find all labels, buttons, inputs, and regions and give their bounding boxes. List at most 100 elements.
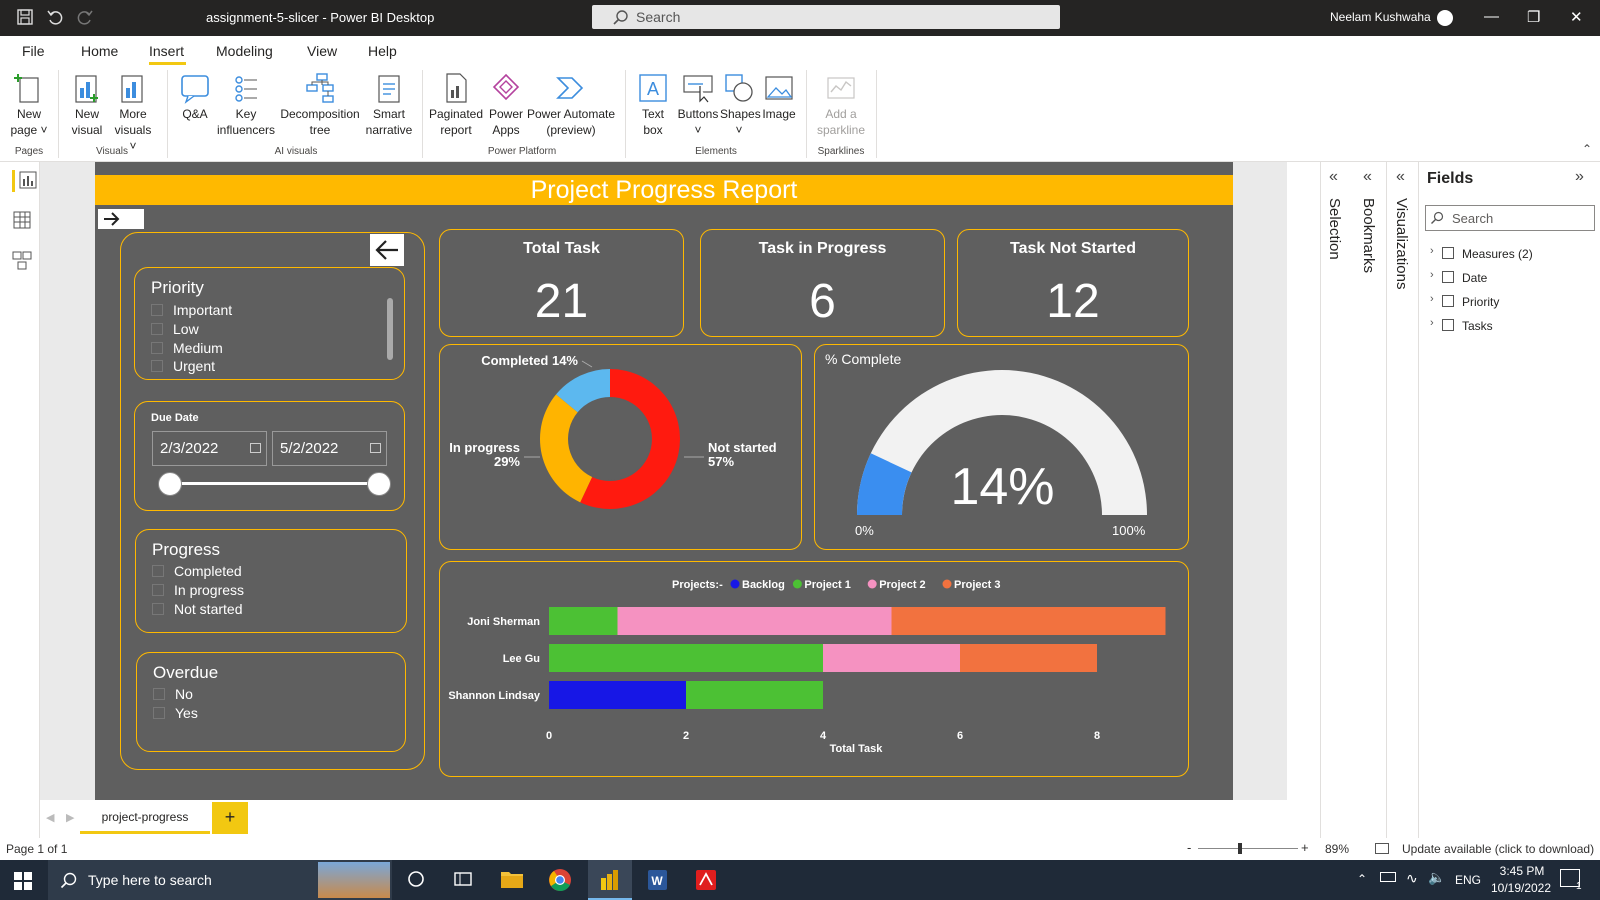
next-page-icon[interactable]: ▶ <box>66 811 74 824</box>
progress-option-in-progress[interactable]: In progress <box>152 581 244 599</box>
forward-arrow-button[interactable] <box>98 209 144 229</box>
menu-help[interactable]: Help <box>368 43 397 59</box>
calendar-icon[interactable] <box>250 443 261 453</box>
update-notice[interactable]: Update available (click to download) <box>1402 842 1594 856</box>
data-view-icon[interactable] <box>12 210 32 235</box>
shapes-button[interactable]: Shapes ˅ <box>720 70 761 138</box>
zoom-out-icon[interactable]: - <box>1187 840 1191 855</box>
overdue-option-yes[interactable]: Yes <box>153 704 198 722</box>
field-table-tasks[interactable]: › Tasks <box>1430 317 1590 335</box>
checkbox[interactable] <box>153 688 165 700</box>
field-table-measures[interactable]: › Measures (2) <box>1430 245 1590 263</box>
acrobat-icon[interactable] <box>694 868 718 897</box>
report-view-icon[interactable] <box>12 170 37 192</box>
end-date-input[interactable]: 5/2/2022 <box>272 431 387 466</box>
minimize-icon[interactable]: — <box>1484 8 1499 25</box>
add-page-button[interactable]: + <box>212 802 248 834</box>
clock-time[interactable]: 3:45 PM <box>1492 864 1552 878</box>
menu-modeling[interactable]: Modeling <box>216 43 273 59</box>
battery-icon[interactable] <box>1380 872 1396 882</box>
new-page-button[interactable]: New page ˅ <box>8 70 50 138</box>
volume-icon[interactable]: 🔈 <box>1428 869 1445 886</box>
taskbar-search-box[interactable]: Type here to search <box>48 860 392 900</box>
page-tab-project-progress[interactable]: project-progress <box>80 802 210 834</box>
expand-bookmarks-icon[interactable]: « <box>1363 168 1372 186</box>
calendar-icon[interactable] <box>370 443 381 453</box>
checkbox[interactable] <box>153 707 165 719</box>
prev-page-icon[interactable]: ◀ <box>46 811 54 824</box>
priority-option-urgent[interactable]: Urgent <box>151 357 215 375</box>
wifi-icon[interactable]: ∿ <box>1406 870 1418 887</box>
save-icon[interactable] <box>16 8 34 32</box>
zoom-slider-thumb[interactable] <box>1238 843 1242 854</box>
more-visuals-button[interactable]: More visuals ˅ <box>110 70 156 154</box>
file-explorer-icon[interactable] <box>500 868 524 895</box>
checkbox[interactable] <box>151 304 163 316</box>
restore-icon[interactable]: ❐ <box>1527 8 1540 26</box>
progress-option-not-started[interactable]: Not started <box>152 600 242 618</box>
checkbox[interactable] <box>151 342 163 354</box>
fields-search-input[interactable]: Search <box>1425 205 1595 231</box>
priority-option-low[interactable]: Low <box>151 320 199 338</box>
smart-narrative-button[interactable]: Smart narrative <box>362 70 416 138</box>
bar-chart-card[interactable]: Projects:- Backlog Project 1 Project 2 Proje… <box>439 561 1189 777</box>
user-name[interactable]: Neelam Kushwaha <box>1330 10 1431 24</box>
image-button[interactable]: Image <box>760 70 798 122</box>
range-start-handle[interactable] <box>158 472 182 496</box>
field-table-date[interactable]: › Date <box>1430 269 1590 287</box>
donut-chart-card[interactable]: Not started 57% In progress 29% Completed 14… <box>439 344 802 550</box>
title-search-box[interactable]: Search <box>592 5 1060 29</box>
zoom-slider-track[interactable] <box>1198 848 1298 849</box>
chrome-icon[interactable] <box>548 868 572 897</box>
redo-icon[interactable] <box>76 8 94 32</box>
bookmarks-pane-label[interactable]: Bookmarks <box>1360 198 1377 273</box>
checkbox[interactable] <box>151 323 163 335</box>
checkbox[interactable] <box>152 565 164 577</box>
word-icon[interactable]: W <box>645 868 669 897</box>
text-box-button[interactable]: A Text box <box>634 70 672 138</box>
expand-selection-icon[interactable]: « <box>1329 168 1338 186</box>
powerbi-taskbar-button[interactable] <box>588 860 632 900</box>
selection-pane-label[interactable]: Selection <box>1326 198 1343 260</box>
stacked-bar-chart[interactable]: Projects:- Backlog Project 1 Project 2 Proje… <box>440 562 1190 778</box>
priority-option-important[interactable]: Important <box>151 301 232 319</box>
buttons-button[interactable]: Buttons ˅ <box>676 70 720 138</box>
checkbox[interactable] <box>151 360 163 372</box>
paginated-report-button[interactable]: Paginated report <box>428 70 484 138</box>
clock-date[interactable]: 10/19/2022 <box>1484 881 1558 895</box>
task-view-icon[interactable] <box>453 870 473 893</box>
menu-file[interactable]: File <box>22 43 45 59</box>
menu-home[interactable]: Home <box>81 43 118 59</box>
range-end-handle[interactable] <box>367 472 391 496</box>
new-visual-button[interactable]: New visual <box>66 70 108 138</box>
menu-insert[interactable]: Insert <box>149 43 184 59</box>
kpi-task-in-progress[interactable]: Task in Progress 6 <box>700 229 945 337</box>
collapse-ribbon-icon[interactable]: ⌃ <box>1582 142 1592 156</box>
zoom-in-icon[interactable]: + <box>1301 840 1309 855</box>
power-automate-button[interactable]: Power Automate (preview) <box>526 70 616 138</box>
power-apps-button[interactable]: Power Apps <box>486 70 526 138</box>
language-indicator[interactable]: ENG <box>1455 873 1481 887</box>
donut-chart[interactable]: Not started57% In progress29% Completed 14… <box>440 345 803 551</box>
avatar[interactable] <box>1437 10 1453 26</box>
gauge-card[interactable]: % Complete 14% 0% 100% <box>814 344 1189 550</box>
priority-option-medium[interactable]: Medium <box>151 339 223 357</box>
decomposition-tree-button[interactable]: Decomposition tree <box>278 70 362 138</box>
overdue-option-no[interactable]: No <box>153 685 193 703</box>
undo-icon[interactable] <box>46 8 64 32</box>
menu-view[interactable]: View <box>307 43 337 59</box>
checkbox[interactable] <box>152 584 164 596</box>
add-sparkline-button[interactable]: Add a sparkline <box>814 70 868 138</box>
show-hidden-icons[interactable]: ⌃ <box>1357 872 1367 886</box>
model-view-icon[interactable] <box>12 250 32 275</box>
checkbox[interactable] <box>152 603 164 615</box>
close-icon[interactable]: ✕ <box>1570 8 1583 26</box>
kpi-task-not-started[interactable]: Task Not Started 12 <box>957 229 1189 337</box>
collapse-fields-icon[interactable]: » <box>1575 168 1584 186</box>
slicer-scrollbar[interactable] <box>387 298 393 360</box>
progress-option-completed[interactable]: Completed <box>152 562 242 580</box>
fit-to-page-icon[interactable] <box>1375 843 1389 854</box>
expand-visualizations-icon[interactable]: « <box>1396 168 1405 186</box>
field-table-priority[interactable]: › Priority <box>1430 293 1590 311</box>
qa-button[interactable]: Q&A <box>176 70 214 122</box>
